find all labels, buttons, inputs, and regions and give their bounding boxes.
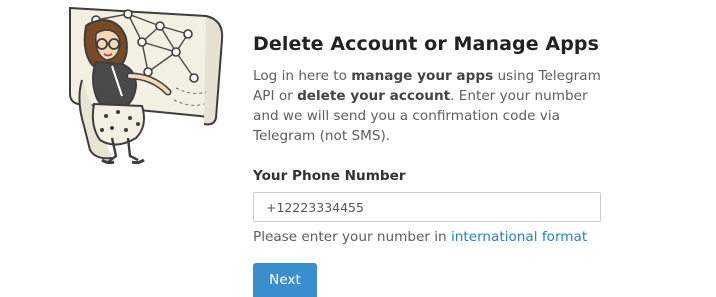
international-format-link[interactable]: international format — [451, 229, 587, 245]
woman-network-illustration — [69, 6, 224, 165]
description-text-1: Log in here to — [253, 68, 352, 84]
page-title: Delete Account or Manage Apps — [253, 33, 600, 55]
hint-text: Please enter your number in — [253, 229, 451, 245]
phone-number-label: Your Phone Number — [253, 168, 406, 184]
login-page: Delete Account or Manage Apps Log in her… — [0, 0, 716, 297]
next-button[interactable]: Next — [253, 263, 317, 297]
phone-number-input[interactable] — [253, 192, 601, 222]
description-bold-delete-account: delete your account — [297, 88, 451, 104]
description-bold-manage-apps: manage your apps — [351, 68, 494, 84]
page-description: Log in here to manage your apps using Te… — [253, 66, 613, 146]
phone-format-hint: Please enter your number in internationa… — [253, 229, 587, 245]
